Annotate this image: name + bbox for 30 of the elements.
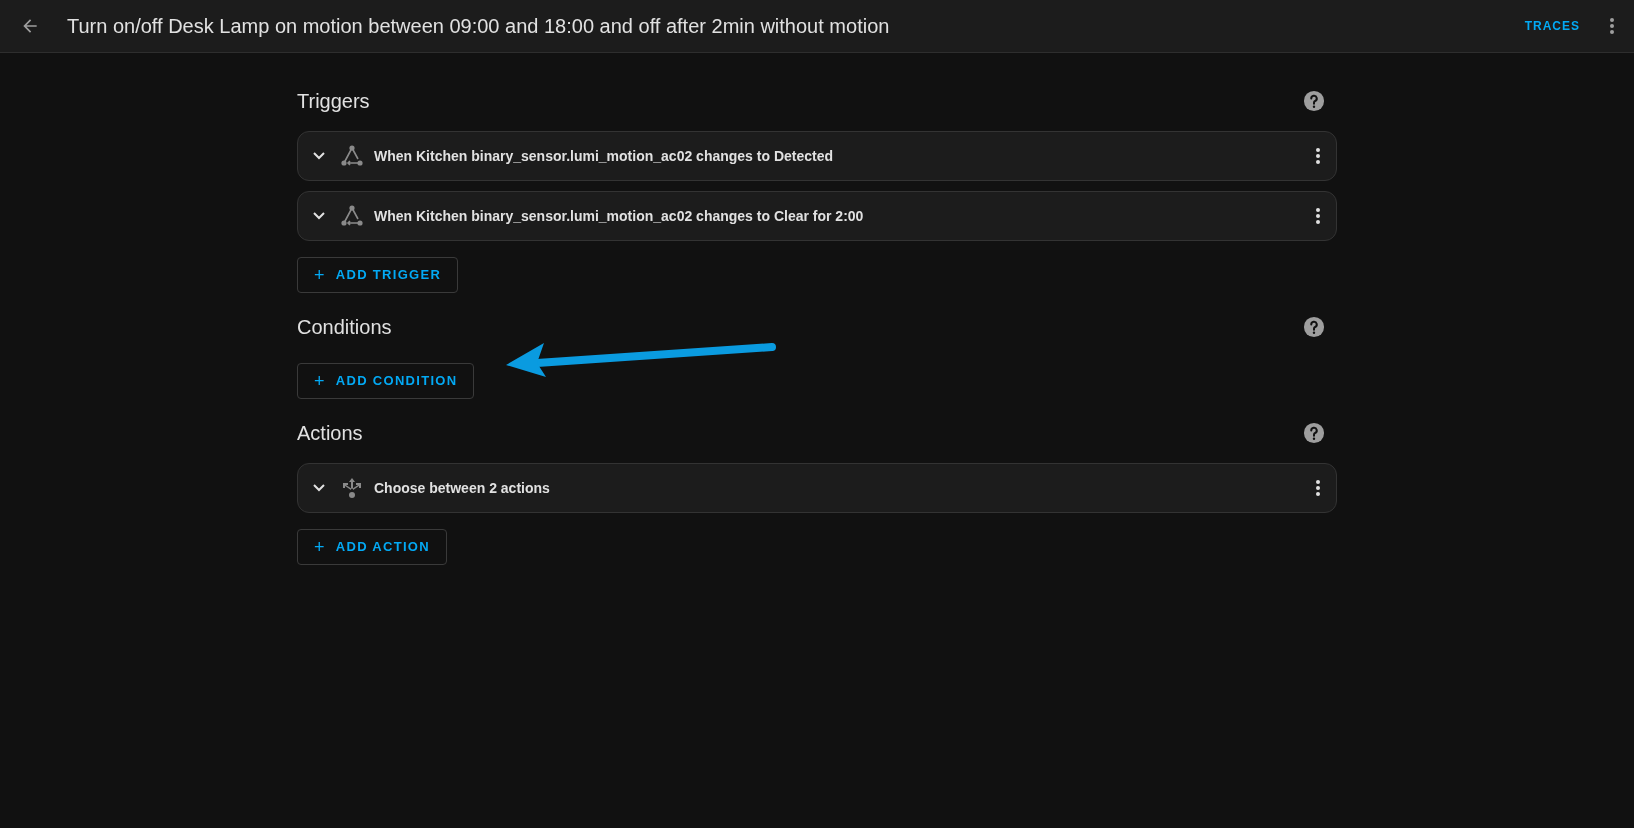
- card-summary: When Kitchen binary_sensor.lumi_motion_ac02 changes to Detected: [374, 146, 834, 166]
- add-button[interactable]: + ADD CONDITION: [297, 363, 475, 399]
- help-icon[interactable]: [1303, 316, 1325, 338]
- section-heading: Conditions: [297, 315, 392, 340]
- section-heading: Actions: [297, 421, 363, 446]
- graph-icon: [340, 144, 364, 168]
- section-heading: Triggers: [297, 89, 370, 114]
- split-arrows-icon: [340, 476, 364, 500]
- chevron-down-icon[interactable]: [312, 211, 326, 221]
- automation-card[interactable]: When Kitchen binary_sensor.lumi_motion_ac02 changes to Clear for 2:00: [297, 191, 1337, 241]
- card-summary: When Kitchen binary_sensor.lumi_motion_ac02 changes to Clear for 2:00: [374, 206, 865, 226]
- add-button[interactable]: + ADD ACTION: [297, 529, 447, 565]
- graph-icon: [340, 204, 364, 228]
- more-icon[interactable]: [1316, 208, 1320, 224]
- plus-icon: +: [314, 261, 326, 289]
- more-icon: [1610, 18, 1614, 34]
- more-icon[interactable]: [1316, 148, 1320, 164]
- plus-icon: +: [314, 367, 326, 395]
- add-button[interactable]: + ADD TRIGGER: [297, 257, 459, 293]
- help-icon[interactable]: [1303, 90, 1325, 112]
- page-title: Turn on/off Desk Lamp on motion between 09:00 and 18:00 and off after 2min without motion: [67, 14, 891, 39]
- traces-button[interactable]: TRACES: [1516, 9, 1588, 43]
- automation-card[interactable]: Choose between 2 actions: [297, 463, 1337, 513]
- plus-icon: +: [314, 533, 326, 561]
- chevron-down-icon[interactable]: [312, 483, 326, 493]
- more-icon[interactable]: [1316, 480, 1320, 496]
- automation-card[interactable]: When Kitchen binary_sensor.lumi_motion_ac02 changes to Detected: [297, 131, 1337, 181]
- card-summary: Choose between 2 actions: [374, 478, 551, 498]
- help-icon[interactable]: [1303, 422, 1325, 444]
- chevron-down-icon[interactable]: [312, 151, 326, 161]
